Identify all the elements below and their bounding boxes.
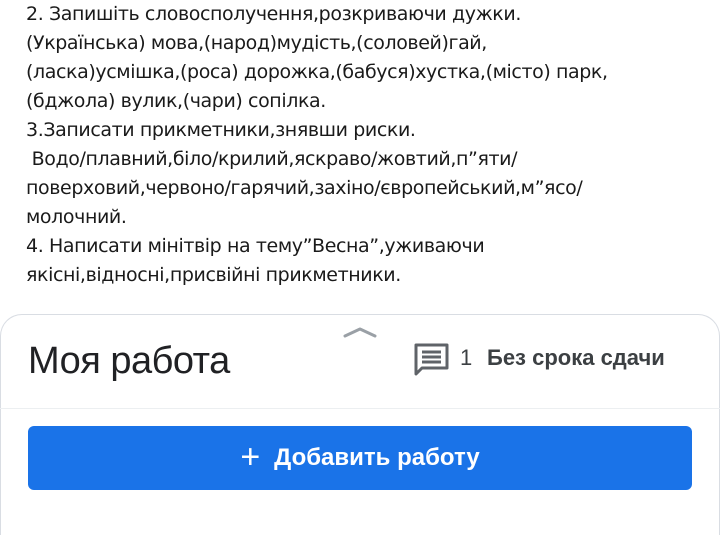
divider	[0, 408, 720, 409]
my-work-title: Моя работа	[28, 340, 230, 382]
assignment-line: Водо/плавний,біло/крилий,яскраво/жовтий,…	[26, 148, 518, 170]
assignment-line: (бджола) вулик,(чари) сопілка.	[26, 90, 326, 112]
assignment-line: якісні,відносні,присвійні прикметники.	[26, 264, 401, 286]
add-work-label: Добавить работу	[274, 444, 480, 471]
assignment-text: 2. Запишіть словосполучення,розкриваючи …	[26, 0, 716, 290]
assignment-line: 2. Запишіть словосполучення,розкриваючи …	[26, 3, 521, 25]
assignment-line: 4. Написати мінітвір на тему”Весна”,ужив…	[26, 235, 485, 257]
comment-icon[interactable]	[413, 342, 451, 376]
plus-icon: +	[240, 438, 261, 476]
assignment-line: поверховий,червоно/гарячий,захіно/європе…	[26, 177, 583, 199]
assignment-line: молочний.	[26, 206, 127, 228]
assignment-line: (Українська) мова,(народ)мудість,(солове…	[26, 32, 487, 54]
assignment-line: 3.Записати прикметники,знявши риски.	[26, 119, 416, 141]
add-work-button[interactable]: + Добавить работу	[28, 426, 692, 490]
comment-count: 1	[460, 345, 473, 370]
expand-handle-icon[interactable]	[342, 324, 378, 338]
due-date-status: Без срока сдачи	[487, 345, 665, 370]
assignment-line: (ласка)усмішка,(роса) дорожка,(бабуся)ху…	[26, 61, 608, 83]
